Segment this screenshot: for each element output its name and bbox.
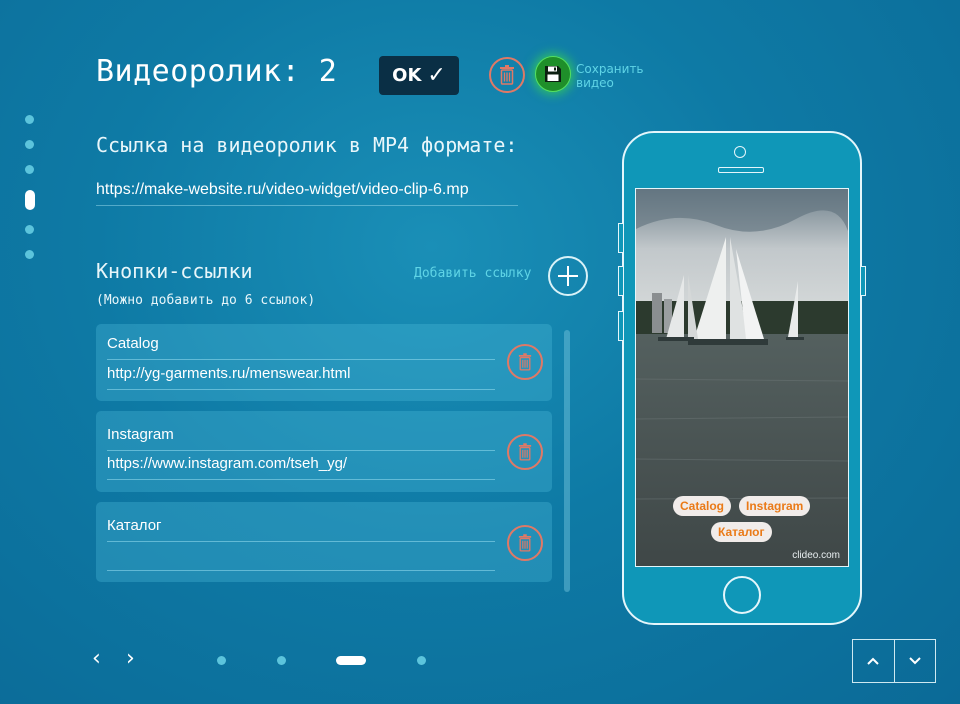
trash-icon [518, 534, 532, 552]
video-widget-editor: Видеоролик: 2 OK ✓ Сохранить видео Ссылк… [0, 0, 960, 704]
page-dot-1[interactable] [217, 656, 226, 665]
delete-video-button[interactable] [489, 57, 525, 93]
chevron-up-icon [867, 657, 879, 665]
check-icon: ✓ [427, 63, 446, 88]
scroll-up-down-control [852, 639, 936, 683]
save-label-line1: Сохранить [576, 62, 644, 76]
link-url-input[interactable] [107, 546, 495, 571]
step-dot-4-active[interactable] [25, 190, 35, 210]
step-dot-5[interactable] [25, 225, 34, 234]
link-name-input[interactable]: Каталог [107, 517, 495, 542]
link-name-input[interactable]: Instagram [107, 426, 495, 451]
add-link-label[interactable]: Добавить ссылку [414, 266, 531, 281]
save-video-label[interactable]: Сохранить видео [576, 62, 644, 90]
chevron-down-icon [909, 657, 921, 665]
link-card-2: Instagram https://www.instagram.com/tseh… [96, 411, 552, 492]
phone-side-button [618, 223, 624, 253]
ok-button[interactable]: OK ✓ [379, 56, 459, 95]
page-dot-2[interactable] [277, 656, 286, 665]
video-url-label: Ссылка на видеоролик в MP4 формате: [96, 133, 518, 157]
phone-side-button [618, 311, 624, 341]
phone-side-button [618, 266, 624, 296]
link-card-1: Catalog http://yg-garments.ru/menswear.h… [96, 324, 552, 401]
preview-chip-katalog[interactable]: Каталог [711, 522, 772, 542]
add-link-button[interactable] [548, 256, 588, 296]
phone-camera [734, 146, 746, 158]
ok-label: OK [392, 65, 422, 86]
video-url-input[interactable]: https://make-website.ru/video-widget/vid… [96, 181, 518, 206]
link-url-input[interactable]: http://yg-garments.ru/menswear.html [107, 365, 495, 390]
delete-link-button[interactable] [507, 434, 543, 470]
trash-icon [518, 353, 532, 371]
link-card-3: Каталог [96, 502, 552, 582]
phone-side-button [860, 266, 866, 296]
step-dot-2[interactable] [25, 140, 34, 149]
preview-chip-instagram[interactable]: Instagram [739, 496, 811, 516]
save-label-line2: видео [576, 76, 614, 90]
scroll-up-button[interactable] [853, 640, 895, 682]
trash-icon [500, 65, 514, 85]
link-buttons-note: (Можно добавить до 6 ссылок) [96, 293, 316, 308]
trash-icon [518, 443, 532, 461]
preview-chip-catalog[interactable]: Catalog [673, 496, 732, 516]
prev-arrow[interactable]: ‹ [92, 646, 101, 671]
floppy-disk-icon [545, 66, 561, 82]
links-scrollbar[interactable] [564, 330, 570, 592]
phone-home-button [723, 576, 761, 614]
delete-link-button[interactable] [507, 525, 543, 561]
save-video-button[interactable] [535, 56, 571, 92]
step-dot-6[interactable] [25, 250, 34, 259]
page-dot-3-active[interactable] [336, 656, 366, 665]
step-dot-1[interactable] [25, 115, 34, 124]
step-dot-3[interactable] [25, 165, 34, 174]
page-dot-4[interactable] [417, 656, 426, 665]
video-preview[interactable]: Catalog Instagram Каталог clideo.com [635, 188, 849, 567]
scroll-down-button[interactable] [895, 640, 936, 682]
page-title: Видеоролик: 2 [96, 54, 338, 89]
phone-speaker [718, 167, 764, 173]
link-url-input[interactable]: https://www.instagram.com/tseh_yg/ [107, 455, 495, 480]
link-name-input[interactable]: Catalog [107, 335, 495, 360]
watermark: clideo.com [792, 550, 840, 561]
link-buttons-title: Кнопки-ссылки [96, 259, 253, 283]
next-arrow[interactable]: › [126, 646, 135, 671]
phone-preview: Catalog Instagram Каталог clideo.com [618, 131, 866, 625]
delete-link-button[interactable] [507, 344, 543, 380]
plus-icon [558, 266, 578, 286]
